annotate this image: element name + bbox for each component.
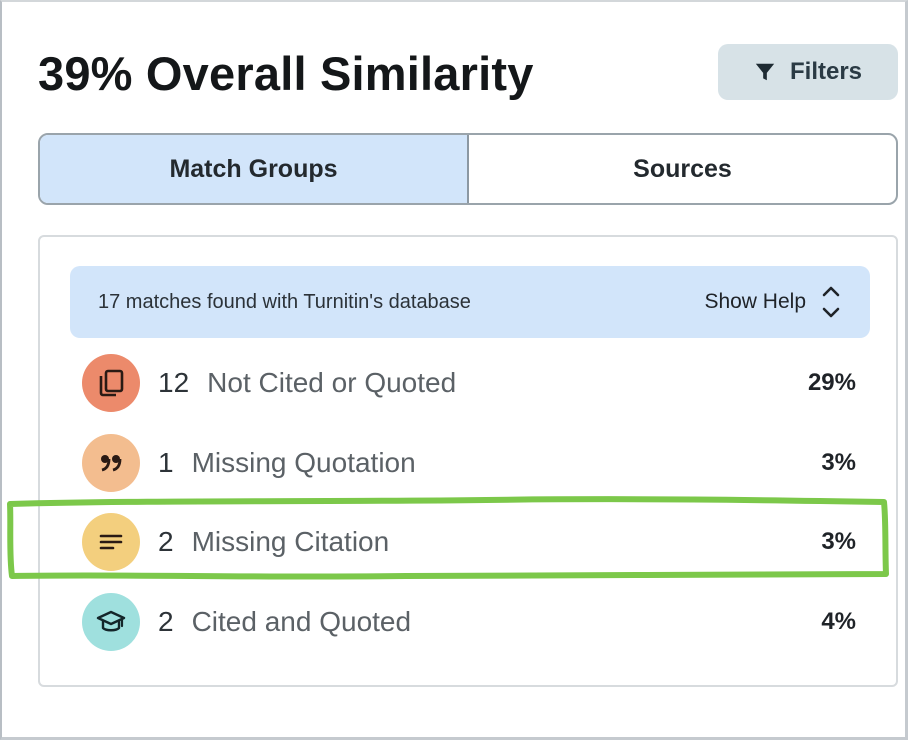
group-percent: 4% — [821, 608, 856, 635]
show-help-label: Show Help — [704, 290, 806, 313]
group-percent: 29% — [807, 369, 856, 396]
match-group-row-missing-citation[interactable]: 2 Missing Citation 3% — [82, 511, 856, 573]
group-badge — [82, 434, 140, 492]
group-badge — [82, 593, 140, 651]
match-group-row-not-cited[interactable]: 12 Not Cited or Quoted 29% — [82, 352, 856, 414]
graduation-cap-icon — [96, 610, 126, 632]
tab-match-groups[interactable]: Match Groups — [40, 135, 469, 203]
match-groups-panel: 17 matches found with Turnitin's databas… — [38, 235, 898, 687]
group-badge — [82, 513, 140, 571]
group-label: Missing Citation — [191, 526, 390, 557]
filter-icon — [755, 63, 775, 81]
match-group-row-cited-quoted[interactable]: 2 Cited and Quoted 4% — [82, 591, 856, 653]
tab-sources[interactable]: Sources — [469, 135, 896, 203]
quote-icon — [101, 455, 122, 472]
window-frame: 39% Overall Similarity Filters Match Gro… — [0, 0, 908, 740]
group-percent: 3% — [821, 528, 856, 555]
copy-icon — [99, 369, 124, 397]
filters-button[interactable]: Filters — [718, 44, 898, 100]
group-badge — [82, 354, 140, 412]
group-count: 2 — [158, 526, 174, 557]
group-count: 1 — [158, 447, 174, 478]
show-help-toggle[interactable]: Show Help — [704, 282, 842, 322]
view-tabs: Match Groups Sources — [38, 133, 898, 205]
matches-summary: 17 matches found with Turnitin's databas… — [98, 290, 471, 313]
group-percent: 3% — [821, 449, 856, 476]
group-label: Not Cited or Quoted — [207, 367, 457, 398]
group-count: 12 — [158, 367, 190, 398]
matches-banner: 17 matches found with Turnitin's databas… — [70, 266, 870, 338]
group-label: Missing Quotation — [191, 447, 416, 478]
match-group-row-missing-quotation[interactable]: 1 Missing Quotation 3% — [82, 432, 856, 494]
filters-label: Filters — [789, 58, 863, 85]
lines-icon — [99, 534, 123, 550]
page-title: 39% Overall Similarity — [38, 47, 534, 100]
group-label: Cited and Quoted — [191, 606, 412, 637]
chevron-up-down-icon — [822, 286, 840, 318]
group-count: 2 — [158, 606, 174, 637]
